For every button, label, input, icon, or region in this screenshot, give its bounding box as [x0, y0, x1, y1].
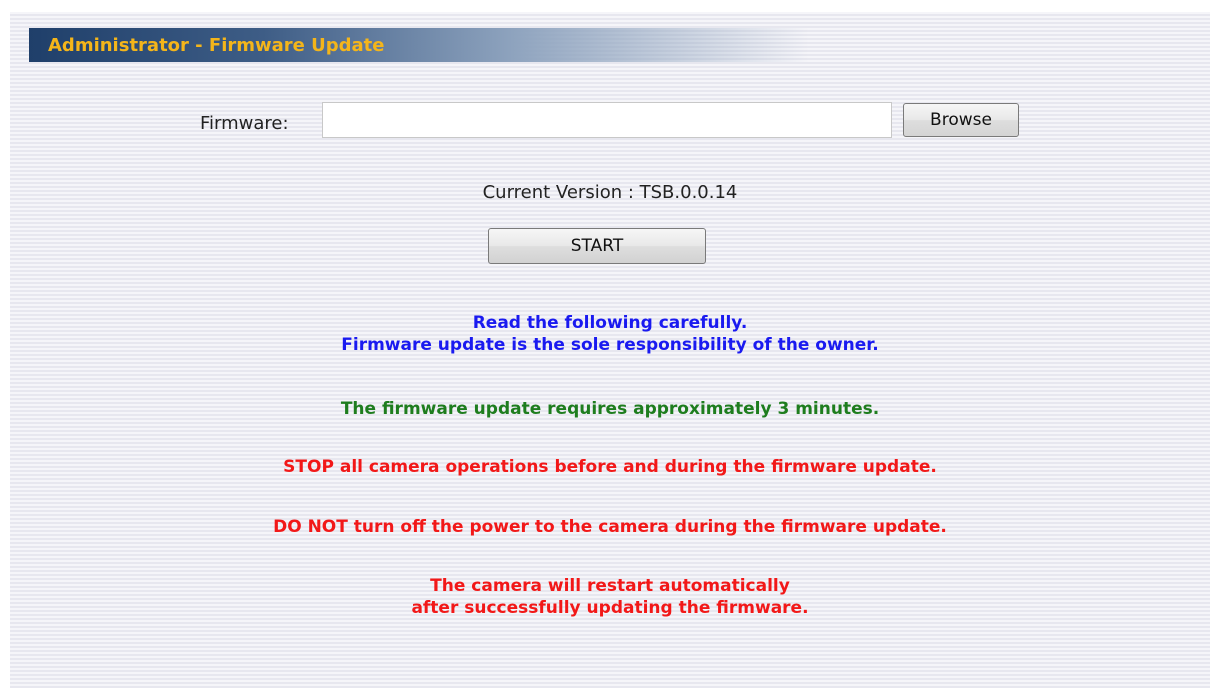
- restart-text-line2: after successfully updating the firmware…: [411, 598, 809, 618]
- start-button[interactable]: START: [488, 228, 706, 264]
- duration-notice: The firmware update requires approximate…: [340, 399, 880, 419]
- title-bar: Administrator - Firmware Update: [29, 28, 809, 62]
- firmware-label: Firmware:: [200, 113, 289, 134]
- restart-text-line1: The camera will restart automatically: [430, 576, 790, 596]
- power-off-warning: DO NOT turn off the power to the camera …: [273, 517, 947, 537]
- firmware-update-panel: Administrator - Firmware Update Firmware…: [10, 12, 1210, 688]
- owner-responsibility-text: Firmware update is the sole responsibili…: [341, 335, 879, 355]
- restart-notice: The camera will restart automatically af…: [10, 575, 1210, 619]
- firmware-file-input[interactable]: [322, 102, 892, 138]
- responsibility-notice: Read the following carefully. Firmware u…: [10, 312, 1210, 356]
- page-title: Administrator - Firmware Update: [48, 34, 385, 56]
- browse-button[interactable]: Browse: [903, 103, 1019, 137]
- current-version: Current Version : TSB.0.0.14: [482, 182, 738, 203]
- read-carefully-text: Read the following carefully.: [472, 313, 748, 333]
- stop-operations-warning: STOP all camera operations before and du…: [283, 457, 937, 477]
